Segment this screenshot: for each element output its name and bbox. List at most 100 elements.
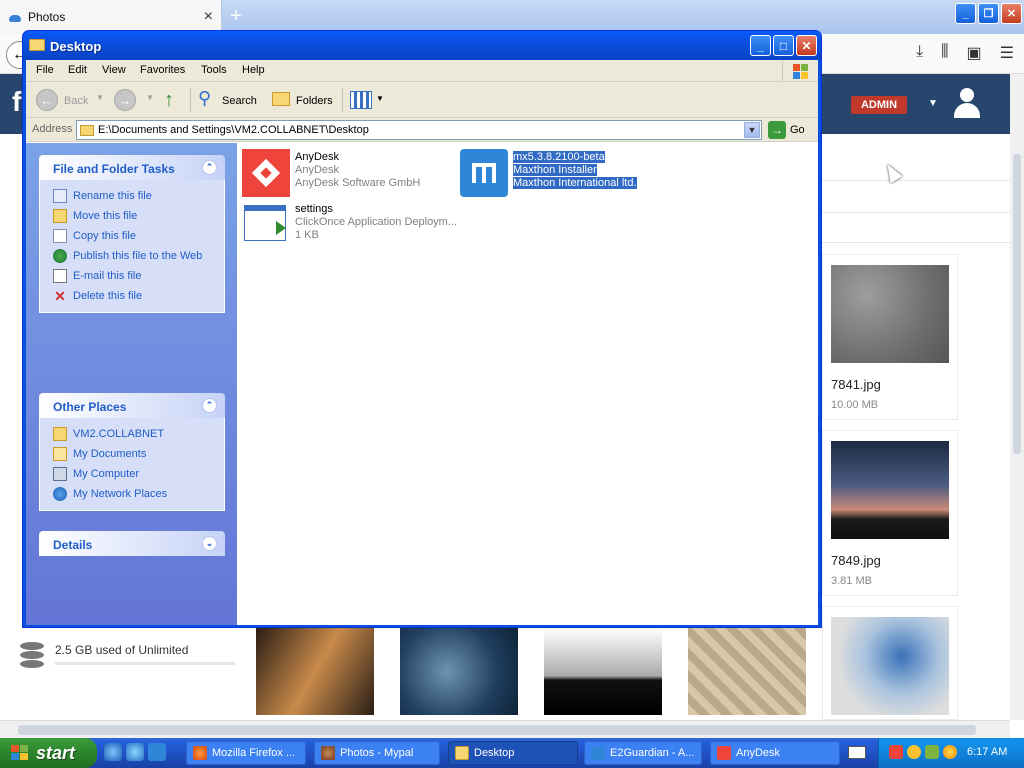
back-dropdown-icon[interactable]: ▼ [96, 93, 104, 102]
photo-thumbnail[interactable] [544, 628, 662, 715]
admin-badge[interactable]: ADMIN [851, 96, 907, 114]
close-button[interactable]: ✕ [796, 35, 817, 56]
minimize-button[interactable]: _ [750, 35, 771, 56]
place-my-network[interactable]: My Network Places [53, 484, 224, 504]
photo-card[interactable]: 7849.jpg 3.81 MB [822, 430, 958, 596]
internet-explorer-icon[interactable] [104, 743, 122, 761]
chevron-down-icon[interactable]: ▼ [928, 98, 938, 109]
anydesk-icon [242, 149, 290, 197]
download-icon[interactable]: ⤓ [916, 43, 923, 63]
back-arrow-icon[interactable]: ← [36, 89, 58, 111]
task-desktop[interactable]: Desktop [448, 741, 578, 765]
back-button-label[interactable]: Back [64, 95, 88, 107]
photo-thumbnail [831, 617, 949, 715]
file-anydesk[interactable]: AnyDesk AnyDesk AnyDesk Software GmbH [242, 149, 452, 197]
my-computer-icon [53, 467, 67, 481]
keyboard-icon[interactable] [848, 746, 866, 759]
photo-thumbnail[interactable] [688, 628, 806, 715]
horizontal-scrollbar[interactable] [0, 720, 1010, 738]
place-my-computer[interactable]: My Computer [53, 464, 224, 484]
task-copy[interactable]: Copy this file [53, 226, 224, 246]
scrollbar-thumb[interactable] [18, 725, 976, 735]
browser-tab-photos[interactable]: Photos × [0, 0, 222, 34]
library-icon[interactable]: ⫼ [941, 43, 948, 63]
new-tab-button[interactable]: + [230, 5, 242, 28]
up-folder-icon[interactable]: ↑ [164, 89, 174, 112]
photo-name: 7849.jpg [831, 553, 881, 568]
task-rename[interactable]: Rename this file [53, 186, 224, 206]
tab-close-icon[interactable]: × [204, 8, 213, 26]
task-photos-mypal[interactable]: Photos - Mypal [314, 741, 440, 765]
security-shield-icon[interactable] [907, 745, 921, 759]
anydesk-tray-icon[interactable] [889, 745, 903, 759]
maxthon-icon[interactable] [148, 743, 166, 761]
folders-button-label[interactable]: Folders [296, 95, 333, 107]
photo-thumbnail[interactable] [400, 628, 518, 715]
collapse-chevron-icon[interactable]: ⌃ [202, 398, 217, 413]
menu-file[interactable]: File [36, 64, 54, 76]
views-icon[interactable] [350, 91, 372, 109]
collapse-chevron-icon[interactable]: ⌃ [202, 160, 217, 175]
address-dropdown-icon[interactable]: ▼ [744, 122, 760, 138]
menu-icon[interactable]: ☰ [1000, 43, 1014, 63]
search-tray-icon[interactable] [943, 745, 957, 759]
menu-help[interactable]: Help [242, 64, 265, 76]
clock[interactable]: 6:17 AM [967, 746, 1007, 758]
maximize-button[interactable]: □ [773, 35, 794, 56]
email-icon [53, 269, 67, 283]
address-value[interactable]: E:\Documents and Settings\VM2.COLLABNET\… [98, 124, 369, 136]
file-maxthon[interactable]: mx5.3.8.2100-beta Maxthon Installer Maxt… [460, 149, 650, 197]
task-delete[interactable]: ✕ Delete this file [53, 286, 224, 306]
go-button[interactable]: → Go [768, 120, 814, 140]
task-e2guardian[interactable]: E2Guardian - A... [584, 741, 702, 765]
task-move[interactable]: Move this file [53, 206, 224, 226]
place-label: My Documents [73, 448, 147, 460]
task-label: E-mail this file [73, 270, 142, 282]
photo-card[interactable]: 7841.jpg 10.00 MB [822, 254, 958, 420]
site-logo[interactable]: f [12, 86, 21, 118]
folder-icon [80, 125, 94, 136]
file-list: AnyDesk AnyDesk AnyDesk Software GmbH mx… [237, 143, 818, 625]
task-publish[interactable]: Publish this file to the Web [53, 246, 224, 266]
search-button-label[interactable]: Search [222, 95, 257, 107]
photo-size: 10.00 MB [831, 399, 879, 411]
divider [820, 242, 1010, 243]
menu-favorites[interactable]: Favorites [140, 64, 185, 76]
close-button[interactable]: ✕ [1001, 3, 1022, 24]
task-firefox[interactable]: Mozilla Firefox ... [186, 741, 306, 765]
folders-icon[interactable] [272, 92, 290, 106]
scrollbar-thumb[interactable] [1013, 154, 1021, 454]
file-description: AnyDesk [295, 164, 340, 176]
views-dropdown-icon[interactable]: ▼ [376, 94, 384, 103]
restore-button[interactable]: ❐ [978, 3, 999, 24]
search-icon[interactable]: ⚲ [198, 88, 211, 109]
address-label: Address [32, 123, 73, 135]
forward-arrow-icon[interactable]: → [114, 89, 136, 111]
avatar[interactable] [952, 88, 982, 120]
address-input[interactable]: E:\Documents and Settings\VM2.COLLABNET\… [76, 120, 762, 140]
minimize-button[interactable]: _ [955, 3, 976, 24]
file-settings[interactable]: settings ClickOnce Application Deploym..… [242, 201, 462, 249]
panel-header[interactable]: Other Places ⌃ [39, 393, 225, 418]
photo-thumbnail[interactable] [256, 628, 374, 715]
windows-logo-icon [10, 744, 30, 762]
vertical-scrollbar[interactable] [1010, 74, 1024, 720]
expand-chevron-icon[interactable]: ⌄ [202, 536, 217, 551]
photo-card[interactable] [822, 606, 958, 720]
task-email[interactable]: E-mail this file [53, 266, 224, 286]
panel-header[interactable]: File and Folder Tasks ⌃ [39, 155, 225, 180]
place-my-documents[interactable]: My Documents [53, 444, 224, 464]
menu-edit[interactable]: Edit [68, 64, 87, 76]
menu-tools[interactable]: Tools [201, 64, 227, 76]
window-titlebar[interactable]: Desktop _ □ ✕ [23, 31, 821, 60]
task-anydesk[interactable]: AnyDesk [710, 741, 840, 765]
start-button[interactable]: start [0, 738, 97, 768]
network-tray-icon[interactable] [925, 745, 939, 759]
panel-header[interactable]: Details ⌄ [39, 531, 225, 556]
place-vm2-collabnet[interactable]: VM2.COLLABNET [53, 424, 224, 444]
menu-view[interactable]: View [102, 64, 126, 76]
forward-dropdown-icon[interactable]: ▼ [146, 93, 154, 102]
media-player-icon[interactable] [126, 743, 144, 761]
storage-bar [55, 662, 235, 665]
sidebar-icon[interactable]: ▣ [967, 43, 982, 63]
